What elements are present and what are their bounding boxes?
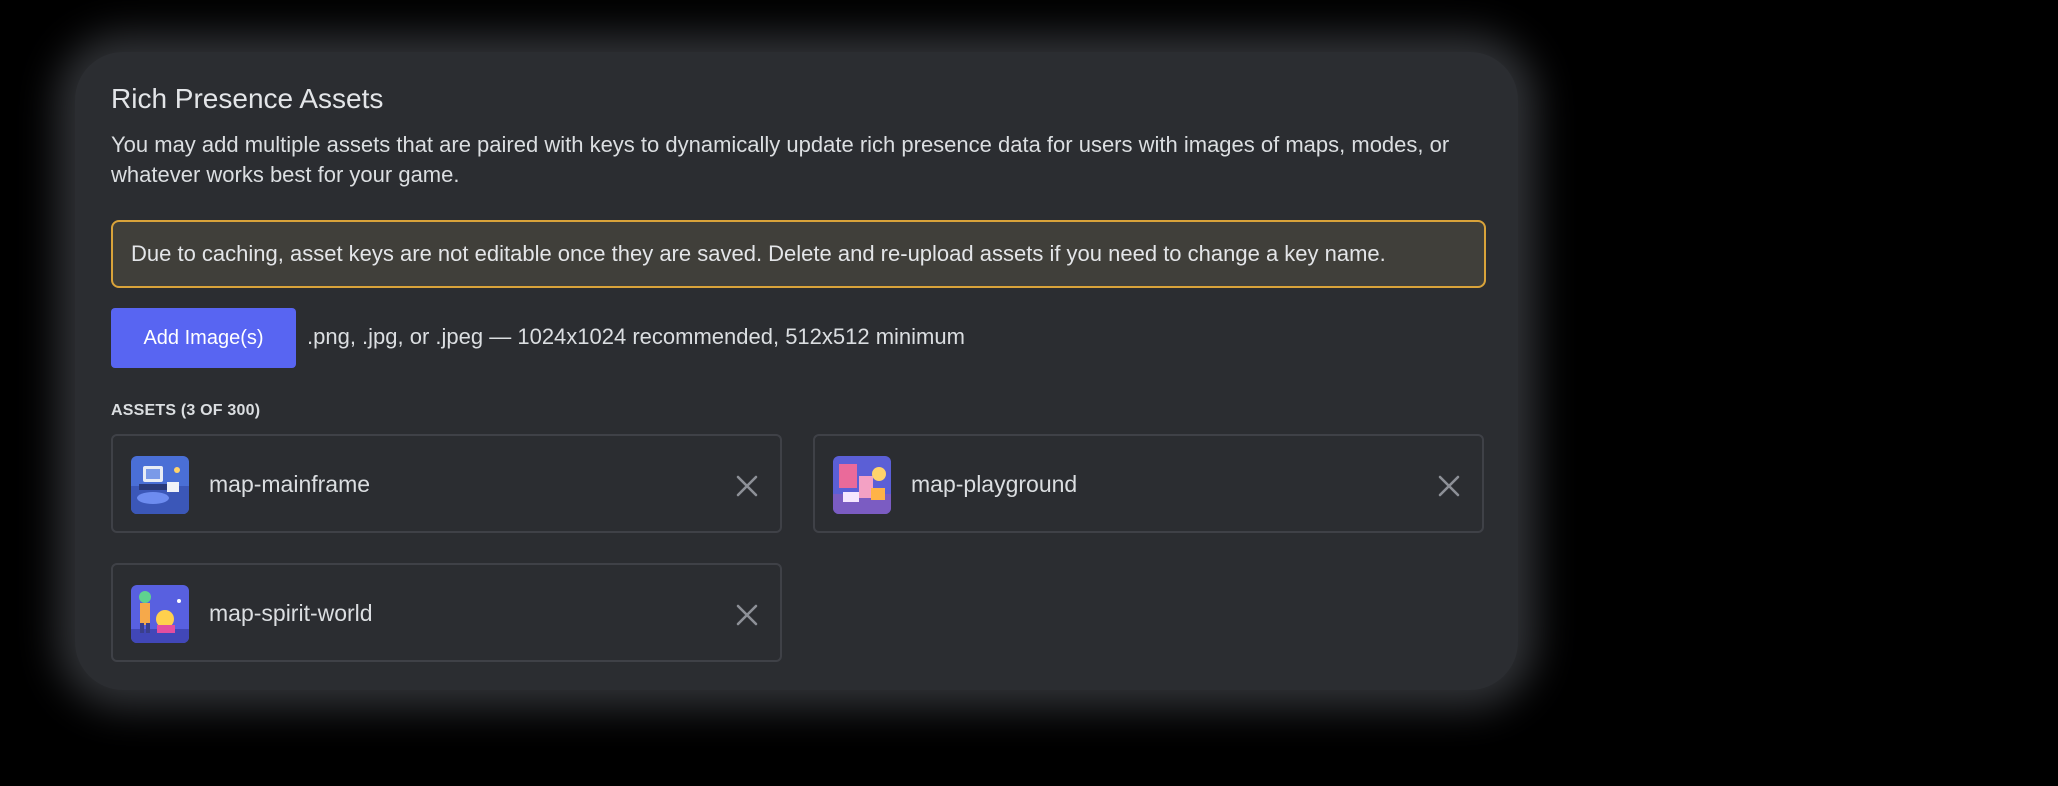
mainframe-thumbnail xyxy=(131,456,189,514)
close-icon[interactable] xyxy=(1435,472,1463,500)
asset-card-mainframe: map-mainframe xyxy=(111,434,782,533)
add-images-button[interactable]: Add Image(s) xyxy=(111,308,296,368)
close-icon[interactable] xyxy=(733,472,761,500)
spirit-world-thumbnail xyxy=(131,585,189,643)
rich-presence-assets-panel: Rich Presence Assets You may add multipl… xyxy=(75,52,1518,690)
playground-thumbnail xyxy=(833,456,891,514)
warning-text: Due to caching, asset keys are not edita… xyxy=(131,241,1386,266)
asset-card-playground: map-playground xyxy=(813,434,1484,533)
section-title: Rich Presence Assets xyxy=(111,83,384,114)
close-icon[interactable] xyxy=(733,601,761,629)
asset-name: map-mainframe xyxy=(209,471,371,497)
asset-name: map-playground xyxy=(911,471,1078,497)
asset-card-spirit-world: map-spirit-world xyxy=(111,563,782,662)
assets-count-header: ASSETS (3 OF 300) xyxy=(111,402,261,419)
image-format-hint: .png, .jpg, or .jpeg — 1024x1024 recomme… xyxy=(307,324,965,349)
section-description: You may add multiple assets that are pai… xyxy=(111,132,1450,187)
caching-warning-notice: Due to caching, asset keys are not edita… xyxy=(111,220,1486,288)
asset-name: map-spirit-world xyxy=(209,600,373,626)
